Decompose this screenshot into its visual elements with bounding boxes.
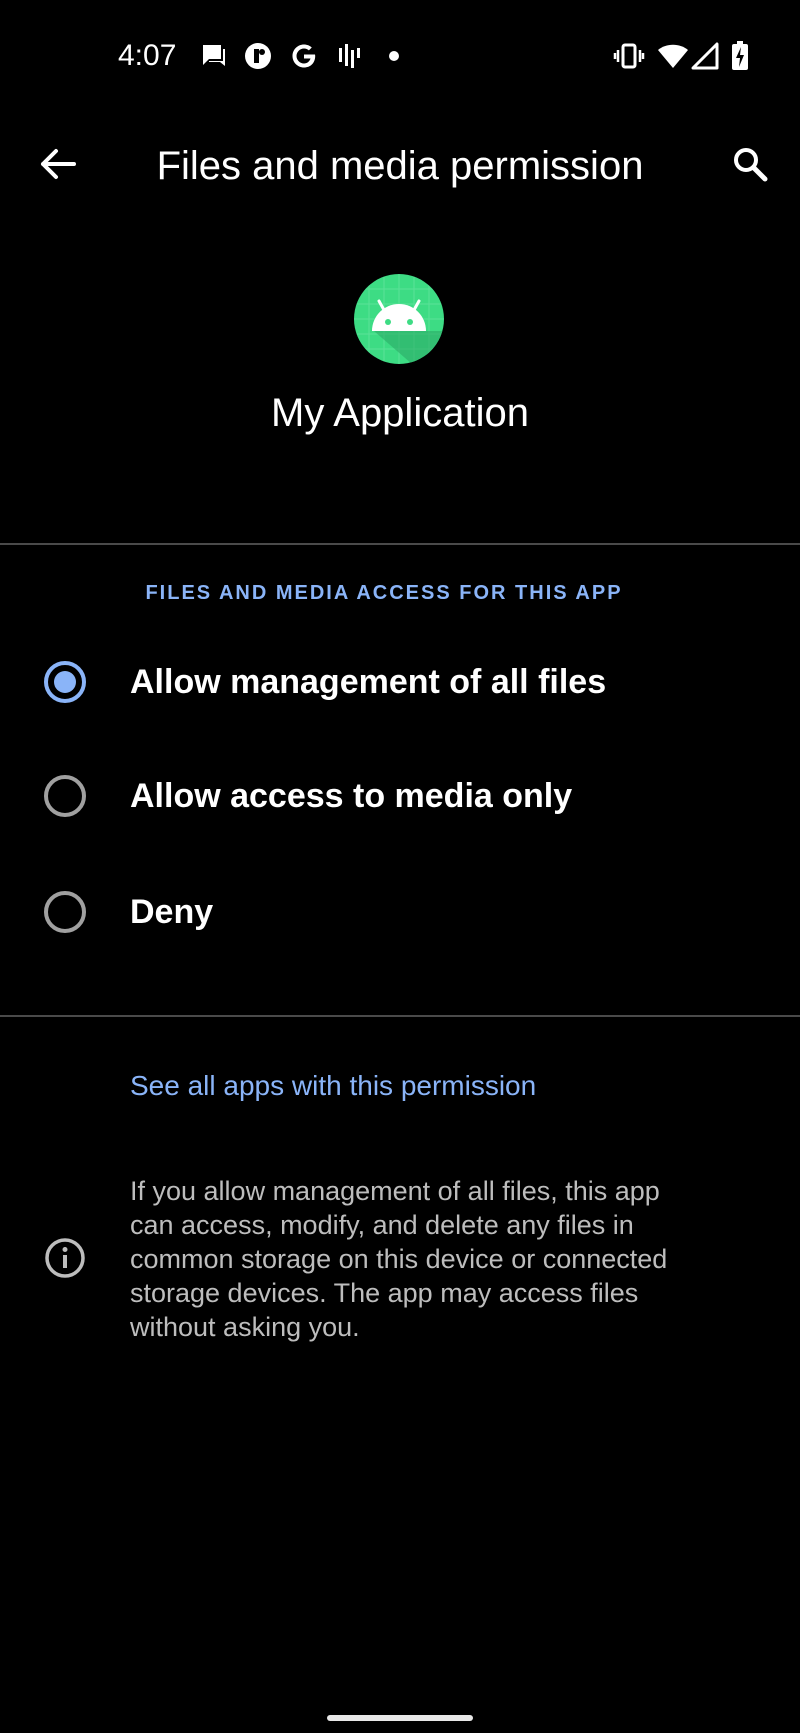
battery-charging-icon [726,36,754,76]
wifi-icon [656,36,690,76]
radio-selected[interactable] [44,661,86,703]
voicemail-icon [335,36,365,76]
radio-unselected[interactable] [44,891,86,933]
option-label: Deny [130,893,214,931]
page-title: Files and media permission [156,144,644,188]
message-icon [198,36,228,76]
see-all-apps-link[interactable]: See all apps with this permission [130,1068,536,1104]
search-icon [731,145,769,183]
search-button[interactable] [714,128,786,200]
info-icon [44,1237,86,1279]
gesture-nav-handle[interactable] [327,1715,473,1721]
option-label: Allow management of all files [130,663,607,701]
radio-unselected[interactable] [44,775,86,817]
option-deny[interactable]: Deny [0,856,800,968]
divider [0,543,800,545]
google-icon [288,36,320,76]
vibrate-icon [612,36,646,76]
option-media-only[interactable]: Allow access to media only [0,740,800,852]
status-time: 4:07 [118,39,177,72]
option-allow-all-files[interactable]: Allow management of all files [0,626,800,738]
divider [0,1015,800,1017]
android-app-icon [354,274,444,364]
info-text: If you allow management of all files, th… [130,1176,668,1342]
dot-icon [384,36,404,76]
back-button[interactable] [21,128,93,200]
signal-icon [690,36,720,76]
app-notification-icon [243,36,273,76]
app-name: My Application [271,391,529,435]
arrow-left-icon [38,148,76,180]
option-label: Allow access to media only [130,777,573,815]
section-title: FILES AND MEDIA ACCESS FOR THIS APP [145,582,623,604]
